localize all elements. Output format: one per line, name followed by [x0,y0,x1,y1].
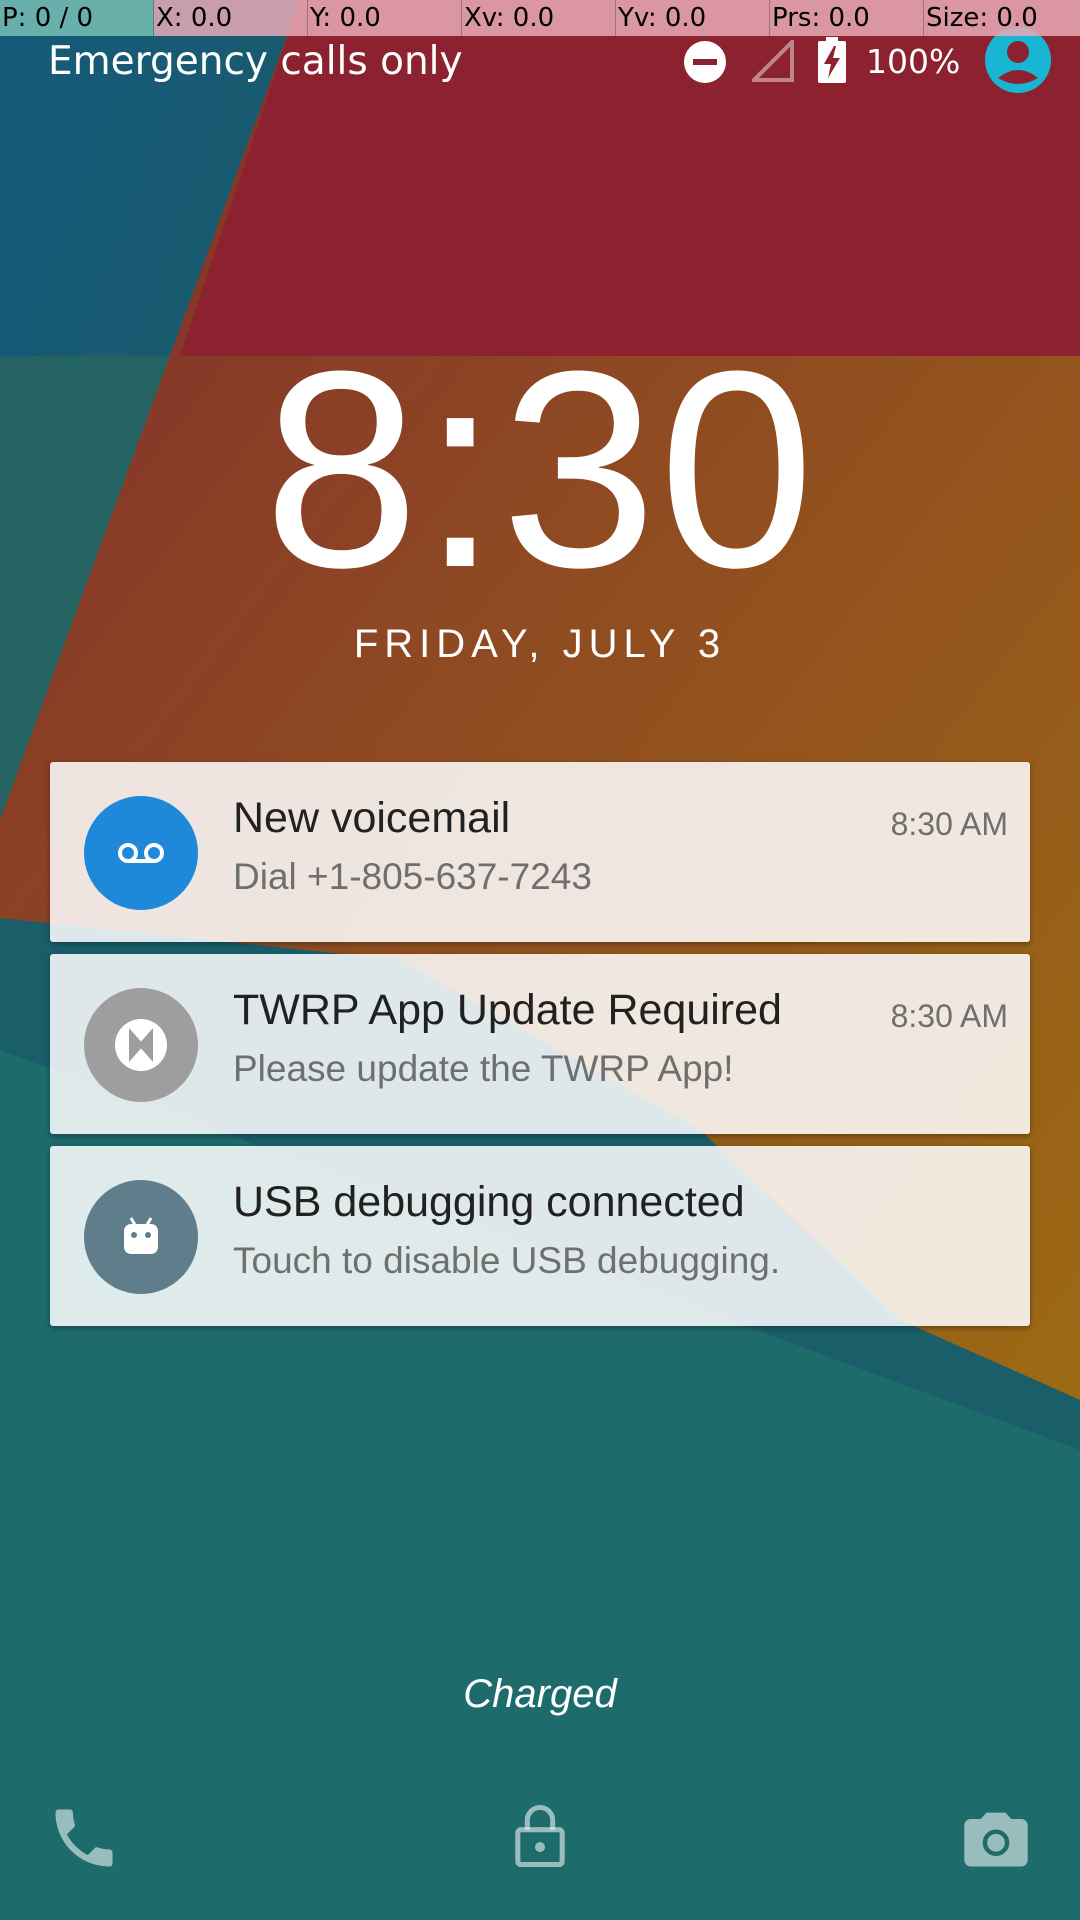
notification-twrp-update[interactable]: TWRP App Update Required Please update t… [50,954,1030,1134]
pointer-count: P: 0 / 0 [0,0,154,36]
xv-readout: Xv: 0.0 [462,0,616,36]
size-readout: Size: 0.0 [924,0,1080,36]
notification-time: 8:30 AM [890,998,1008,1034]
carrier-text: Emergency calls only [48,39,463,84]
android-icon [84,1180,198,1294]
pointer-location-bar: P: 0 / 0 X: 0.0 Y: 0.0 Xv: 0.0 Yv: 0.0 P… [0,0,1080,36]
yv-readout: Yv: 0.0 [616,0,770,36]
user-avatar-icon[interactable] [984,26,1052,94]
notification-text: Dial +1-805-637-7243 [233,856,592,897]
battery-charging-icon [816,36,848,84]
notification-title: USB debugging connected [233,1178,745,1226]
phone-icon[interactable] [46,1800,122,1876]
signal-icon [749,37,794,82]
notification-voicemail[interactable]: New voicemail Dial +1-805-637-7243 8:30 … [50,762,1030,942]
notification-title: TWRP App Update Required [233,986,782,1034]
notification-text: Touch to disable USB debugging. [233,1240,781,1281]
lock-icon[interactable] [502,1798,578,1874]
status-bar: Emergency calls only 100% [0,27,1080,93]
x-readout: X: 0.0 [154,0,308,36]
y-readout: Y: 0.0 [308,0,462,36]
lockscreen-date: FRIDAY, JULY 3 [353,622,727,666]
notification-time: 8:30 AM [890,806,1008,842]
notification-usb-debugging[interactable]: USB debugging connected Touch to disable… [50,1146,1030,1326]
battery-percent: 100% [866,42,961,81]
camera-icon[interactable] [958,1800,1034,1876]
charge-status: Charged [463,1672,617,1716]
pressure-readout: Prs: 0.0 [770,0,924,36]
notification-title: New voicemail [233,794,511,842]
lockscreen-clock: 8:30 [263,314,817,626]
twrp-icon [84,988,198,1102]
do-not-disturb-icon [683,40,727,84]
voicemail-icon [84,796,198,910]
notification-text: Please update the TWRP App! [233,1048,734,1089]
